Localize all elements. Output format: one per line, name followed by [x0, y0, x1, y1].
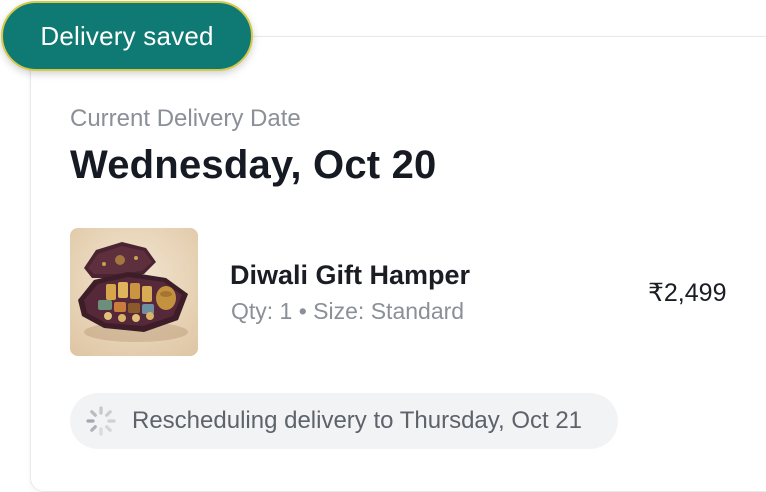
page: Delivery saved Current Delivery Date Wed… [0, 0, 766, 492]
gift-hamper-image [70, 228, 198, 356]
loading-spinner-icon [86, 406, 116, 436]
toast-text: Delivery saved [40, 20, 214, 51]
item-quantity-size: Qty: 1 • Size: Standard [231, 298, 465, 324]
product-image [70, 228, 198, 356]
delivery-date: Wednesday, Oct 20 [70, 143, 437, 187]
delivery-saved-toast: Delivery saved [1, 1, 253, 71]
rescheduling-text: Rescheduling delivery to Thursday, Oct 2… [132, 407, 583, 434]
current-delivery-label: Current Delivery Date [70, 105, 301, 132]
item-name: Diwali Gift Hamper [230, 260, 471, 290]
rescheduling-status: Rescheduling delivery to Thursday, Oct 2… [70, 393, 618, 449]
item-price: ₹2,499 [648, 279, 727, 307]
